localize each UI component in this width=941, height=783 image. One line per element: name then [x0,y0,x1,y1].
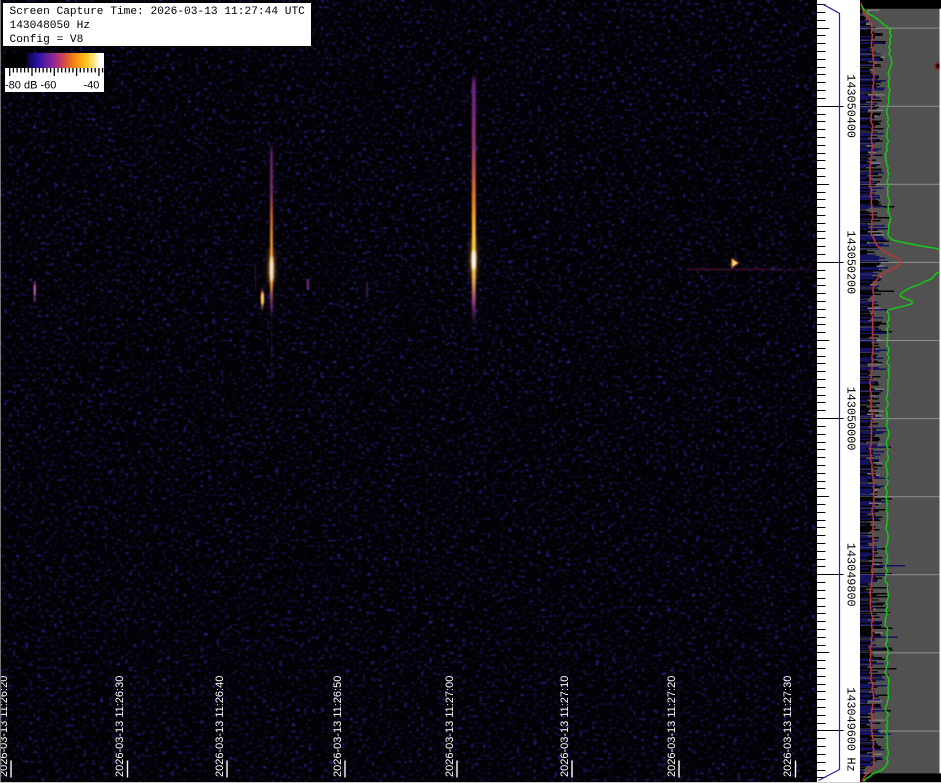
svg-text:143050200: 143050200 [844,231,858,295]
svg-text:-40: -40 [83,80,99,92]
svg-text:143049600: 143049600 [844,687,858,751]
svg-text:-80 dB -60: -80 dB -60 [5,80,56,92]
svg-text:143050400: 143050400 [844,74,858,138]
svg-text:143050000: 143050000 [844,387,858,451]
svg-text:143049800: 143049800 [844,543,858,607]
svg-text:Hz: Hz [844,758,858,772]
